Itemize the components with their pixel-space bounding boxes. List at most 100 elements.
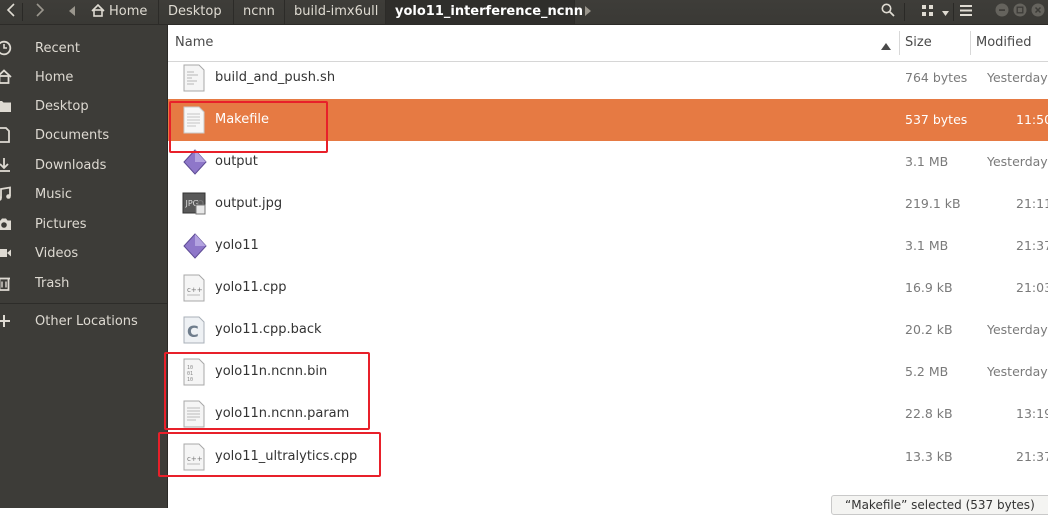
clock-icon xyxy=(0,39,13,57)
file-modified: Yesterday xyxy=(987,70,1048,85)
file-name: Makefile xyxy=(215,112,270,127)
plus-icon xyxy=(0,312,13,330)
sidebar-item-home[interactable]: Home xyxy=(0,63,167,91)
file-name: yolo11.cpp.back xyxy=(215,322,322,337)
sidebar-item-label: Videos xyxy=(35,245,79,261)
music-icon xyxy=(0,185,13,203)
file-row-yolo11n-ncnn-bin[interactable]: 10 01 10 yolo11n.ncnn.bin 5.2 MB Yesterday xyxy=(168,351,1048,393)
trash-icon xyxy=(0,274,13,292)
file-name: yolo11n.ncnn.bin xyxy=(215,364,328,379)
file-row-output[interactable]: output 3.1 MB Yesterday xyxy=(168,141,1048,183)
sidebar-item-downloads[interactable]: Downloads xyxy=(0,151,167,179)
file-name: yolo11 xyxy=(215,238,259,253)
sidebar-item-music[interactable]: Music xyxy=(0,180,167,208)
header-bar: Home Desktop ncnn build-imx6ull yolo11_i… xyxy=(0,0,1048,25)
svg-text:C: C xyxy=(187,322,199,341)
sort-ascending-icon xyxy=(881,39,891,54)
script-file-icon xyxy=(182,64,208,92)
file-list: Name Size Modified build_and_push.sh 764… xyxy=(168,25,1048,508)
text-file-icon xyxy=(182,106,208,134)
sidebar-item-other-locations[interactable]: Other Locations xyxy=(0,307,167,335)
sidebar-item-recent[interactable]: Recent xyxy=(0,34,167,62)
file-row-output-jpg[interactable]: JPG output.jpg 219.1 kB 21:11 xyxy=(168,183,1048,225)
chevron-right-icon xyxy=(35,3,45,21)
file-modified: 21:03 xyxy=(1016,280,1048,295)
file-modified: 21:11 xyxy=(1016,196,1048,211)
chevron-left-icon xyxy=(6,3,16,21)
menu-button[interactable] xyxy=(955,0,977,24)
hamburger-menu-icon xyxy=(960,4,972,20)
dropdown-triangle-icon xyxy=(941,5,949,20)
executable-icon xyxy=(182,232,208,260)
sidebar-item-desktop[interactable]: Desktop xyxy=(0,92,167,120)
column-header-name[interactable]: Name xyxy=(175,25,213,61)
file-row-makefile[interactable]: Makefile 537 bytes 11:50 xyxy=(168,99,1048,141)
file-size: 5.2 MB xyxy=(905,364,949,379)
file-size: 219.1 kB xyxy=(905,196,961,211)
back-button[interactable] xyxy=(0,0,22,24)
file-row-yolo11n-ncnn-param[interactable]: yolo11n.ncnn.param 22.8 kB 13:19 xyxy=(168,393,1048,435)
breadcrumb-current-folder[interactable]: yolo11_interference_ncnn xyxy=(386,0,583,24)
breadcrumb-home[interactable]: Home xyxy=(82,0,159,24)
sidebar-item-label: Downloads xyxy=(35,157,107,173)
home-icon xyxy=(0,68,13,86)
file-name: build_and_push.sh xyxy=(215,70,336,85)
svg-text:10: 10 xyxy=(187,377,193,383)
close-icon xyxy=(1031,3,1045,21)
file-row-yolo11[interactable]: yolo11 3.1 MB 21:37 xyxy=(168,225,1048,267)
file-row-build-and-push-sh[interactable]: build_and_push.sh 764 bytes Yesterday xyxy=(168,57,1048,99)
selection-status: “Makefile” selected (537 bytes) xyxy=(831,495,1048,515)
file-row-yolo11-cpp[interactable]: c++ yolo11.cpp 16.9 kB 21:03 xyxy=(168,267,1048,309)
file-name: yolo11_ultralytics.cpp xyxy=(215,449,358,464)
video-icon xyxy=(0,244,13,262)
download-icon xyxy=(0,156,13,174)
c-file-icon: C xyxy=(182,316,208,344)
column-header-size[interactable]: Size xyxy=(905,25,932,61)
maximize-icon xyxy=(1013,3,1027,21)
file-modified: Yesterday xyxy=(987,322,1048,337)
file-size: 764 bytes xyxy=(905,70,968,85)
minimize-button[interactable] xyxy=(994,0,1010,24)
sidebar-item-label: Other Locations xyxy=(35,313,138,329)
breadcrumb-ncnn[interactable]: ncnn xyxy=(234,0,285,24)
sidebar-item-documents[interactable]: Documents xyxy=(0,121,167,149)
breadcrumb-scroll-right[interactable] xyxy=(581,0,595,24)
camera-icon xyxy=(0,215,13,233)
column-header-modified[interactable]: Modified xyxy=(976,25,1031,61)
file-size: 20.2 kB xyxy=(905,322,953,337)
triangle-right-icon xyxy=(585,5,591,20)
sidebar-item-label: Recent xyxy=(35,40,80,56)
sidebar-item-label: Desktop xyxy=(35,98,89,114)
binary-file-icon: 10 01 10 xyxy=(182,358,208,386)
view-grid-button[interactable] xyxy=(914,0,940,24)
view-options-button[interactable] xyxy=(940,0,950,24)
sidebar: Recent Home Desktop Documents Downloads … xyxy=(0,25,168,508)
svg-text:c++: c++ xyxy=(187,286,203,294)
sidebar-item-trash[interactable]: Trash xyxy=(0,269,167,297)
cpp-file-icon: c++ xyxy=(182,443,208,471)
sidebar-item-label: Home xyxy=(35,69,74,85)
file-size: 3.1 MB xyxy=(905,154,949,169)
sidebar-divider xyxy=(0,303,167,304)
file-modified: Yesterday xyxy=(987,154,1048,169)
breadcrumb-desktop[interactable]: Desktop xyxy=(159,0,234,24)
breadcrumb-home-label: Home xyxy=(109,4,148,19)
executable-icon xyxy=(182,148,208,176)
minimize-icon xyxy=(995,3,1009,21)
forward-button[interactable] xyxy=(28,0,52,24)
document-icon xyxy=(0,126,13,144)
file-size: 537 bytes xyxy=(905,112,968,127)
file-row-yolo11-cpp-back[interactable]: C yolo11.cpp.back 20.2 kB Yesterday xyxy=(168,309,1048,351)
breadcrumb-scroll-left[interactable] xyxy=(64,0,80,24)
breadcrumb-build-imx6ull[interactable]: build-imx6ull xyxy=(285,0,386,24)
sidebar-item-pictures[interactable]: Pictures xyxy=(0,210,167,238)
close-button[interactable] xyxy=(1030,0,1046,24)
triangle-left-icon xyxy=(69,5,75,20)
folder-icon xyxy=(0,97,13,115)
search-button[interactable] xyxy=(875,0,901,24)
file-row-yolo11-ultralytics-cpp[interactable]: c++ yolo11_ultralytics.cpp 13.3 kB 21:37 xyxy=(168,436,1048,478)
maximize-button[interactable] xyxy=(1012,0,1028,24)
sidebar-item-label: Music xyxy=(35,186,72,202)
file-modified: Yesterday xyxy=(987,364,1048,379)
sidebar-item-videos[interactable]: Videos xyxy=(0,239,167,267)
